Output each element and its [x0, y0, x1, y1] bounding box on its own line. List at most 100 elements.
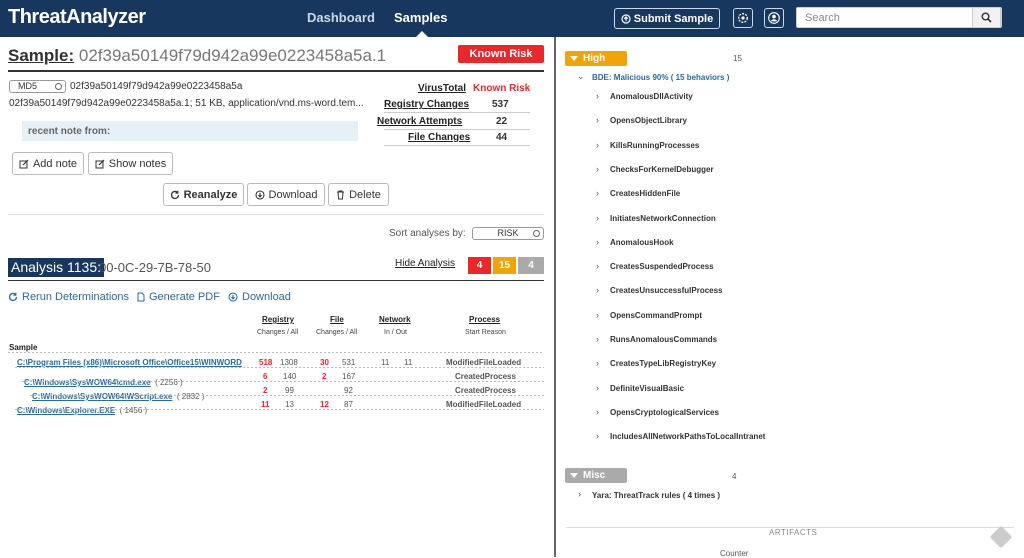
- process-link[interactable]: C:\Program Files (x86)\Microsoft Office\…: [17, 358, 250, 367]
- rerun-label: Rerun Determinations: [22, 291, 129, 303]
- show-notes-button[interactable]: Show notes: [88, 152, 173, 175]
- low-count-badge: 4: [518, 257, 544, 274]
- behavior-item[interactable]: InitiatesNetworkConnection: [610, 214, 716, 223]
- start-reason-cell: CreatedProcess: [455, 386, 516, 395]
- caret-down-icon: [570, 473, 578, 478]
- high-category-toggle[interactable]: High: [565, 51, 627, 66]
- registry-changes-link[interactable]: Registry Changes: [384, 99, 469, 110]
- trash-icon: [337, 190, 345, 199]
- bde-group-toggle[interactable]: BDE: Malicious 90% ( 15 behaviors ): [592, 73, 729, 82]
- chevron-right-icon: ›: [596, 285, 599, 296]
- behavior-item[interactable]: OpensCommandPrompt: [610, 311, 702, 320]
- behaviors-panel: High 15 ⌄ BDE: Malicious 90% ( 15 behavi…: [556, 37, 1024, 558]
- behavior-item[interactable]: ChecksForKernelDebugger: [610, 165, 714, 174]
- network-attempts-link[interactable]: Network Attempts: [377, 116, 462, 127]
- behavior-item[interactable]: CreatesSuspendedProcess: [610, 262, 714, 271]
- chevron-right-icon: ›: [596, 382, 599, 393]
- reanalyze-button[interactable]: Reanalyze: [163, 183, 244, 206]
- chevron-right-icon: ›: [596, 236, 599, 247]
- behavior-item[interactable]: KillsRunningProcesses: [610, 141, 699, 150]
- high-category-label: High: [583, 53, 606, 64]
- registry-all-cell: 13: [285, 400, 294, 409]
- chevron-right-icon: ›: [596, 431, 599, 442]
- caret-down-icon: [570, 56, 578, 61]
- app-logo[interactable]: ThreatAnalyzer: [8, 6, 146, 29]
- settings-button[interactable]: [733, 8, 753, 28]
- add-note-label: Add note: [32, 157, 78, 170]
- registry-all-cell: 99: [285, 386, 294, 395]
- yara-rules-item[interactable]: Yara: ThreatTrack rules ( 4 times ): [592, 491, 720, 500]
- hash-type-select[interactable]: MD5: [9, 80, 66, 93]
- misc-category-toggle[interactable]: Misc: [565, 468, 627, 483]
- behavior-item[interactable]: CreatesUnsuccessfulProcess: [610, 286, 723, 295]
- generate-pdf-label: Generate PDF: [149, 291, 220, 303]
- chevron-right-icon: ›: [596, 261, 599, 272]
- registry-changes-cell: 11: [261, 400, 270, 409]
- artifacts-label: ARTIFACTS: [763, 528, 824, 537]
- download-circle-icon: [254, 189, 265, 200]
- sample-panel: Sample: 02f39a50149f79d942a99e0223458a5a…: [0, 37, 554, 557]
- hash-type-value: MD5: [18, 81, 38, 91]
- upload-circle-icon: [621, 13, 631, 24]
- user-button[interactable]: [764, 8, 784, 28]
- hash-value: 02f39a50149f79d942a99e0223458a5a: [70, 81, 243, 92]
- artifact-expand-icon[interactable]: [989, 525, 1013, 549]
- behavior-item[interactable]: OpensCryptologicalServices: [610, 408, 719, 417]
- behavior-item[interactable]: AnomalousDllActivity: [610, 92, 693, 101]
- add-note-button[interactable]: Add note: [12, 152, 84, 175]
- rerun-determinations-link[interactable]: Rerun Determinations: [8, 291, 129, 303]
- medium-count-badge: 15: [493, 257, 516, 274]
- hide-analysis-link[interactable]: Hide Analysis: [395, 258, 455, 269]
- behavior-item[interactable]: OpensObjectLibrary: [610, 116, 687, 125]
- nav-samples[interactable]: Samples: [394, 10, 447, 25]
- file-changes-link[interactable]: File Changes: [408, 132, 470, 143]
- sort-value: RISK: [497, 228, 519, 238]
- sort-select[interactable]: RISK: [472, 227, 544, 240]
- sample-title: Sample: 02f39a50149f79d942a99e0223458a5a…: [8, 46, 386, 66]
- registry-all-cell: 140: [283, 372, 297, 381]
- registry-all-cell: 1308: [280, 358, 298, 367]
- start-reason-cell: CreatedProcess: [455, 372, 516, 381]
- analysis-download-label: Download: [242, 291, 291, 303]
- generate-pdf-link[interactable]: Generate PDF: [137, 291, 220, 303]
- high-category-count: 15: [733, 54, 742, 63]
- section-divider: [8, 214, 544, 215]
- behavior-item[interactable]: CreatesTypeLibRegistryKey: [610, 359, 716, 368]
- col-network-sub: In / Out: [384, 329, 407, 336]
- nav-dashboard[interactable]: Dashboard: [307, 10, 375, 25]
- registry-changes-cell: 6: [263, 372, 268, 381]
- behavior-item[interactable]: DefiniteVisualBasic: [610, 384, 684, 393]
- chevron-right-icon: ›: [596, 309, 599, 320]
- file-all-cell: 531: [342, 358, 356, 367]
- row-divider: [22, 381, 544, 382]
- chevron-right-icon: ›: [596, 139, 599, 150]
- select-knob-icon: [55, 83, 62, 90]
- chevron-right-icon: ›: [596, 406, 599, 417]
- search-input[interactable]: [797, 8, 973, 27]
- delete-button[interactable]: Delete: [328, 183, 389, 206]
- behavior-item[interactable]: IncludesAllNetworkPathsToLocalIntranet: [610, 432, 765, 441]
- behavior-item[interactable]: CreatesHiddenFile: [610, 189, 680, 198]
- file-all-cell: 167: [342, 372, 356, 381]
- col-file: File: [330, 315, 344, 324]
- header-divider: [8, 70, 544, 72]
- virustotal-value: Known Risk: [473, 83, 531, 94]
- behavior-item[interactable]: RunsAnomalousCommands: [610, 335, 717, 344]
- chevron-right-icon: ›: [596, 188, 599, 199]
- user-icon: [768, 12, 780, 24]
- virustotal-link[interactable]: VirusTotal: [418, 83, 466, 94]
- behavior-item[interactable]: AnomalousHook: [610, 238, 674, 247]
- chevron-right-icon: ›: [596, 358, 599, 369]
- search-button[interactable]: [972, 7, 1001, 28]
- submit-sample-button[interactable]: Submit Sample: [614, 8, 720, 29]
- select-knob-icon: [533, 230, 540, 237]
- chevron-right-icon: ›: [596, 163, 599, 174]
- col-process: Process: [469, 315, 501, 324]
- file-changes-cell: 30: [320, 358, 329, 367]
- col-registry: Registry: [262, 315, 295, 324]
- process-link[interactable]: C:\Windows\Explorer.EXE: [17, 406, 115, 415]
- start-reason-cell: ModifiedFileLoaded: [446, 400, 522, 409]
- edit-icon: [19, 159, 29, 168]
- analysis-download-link[interactable]: Download: [228, 291, 291, 303]
- download-button[interactable]: Download: [247, 183, 325, 206]
